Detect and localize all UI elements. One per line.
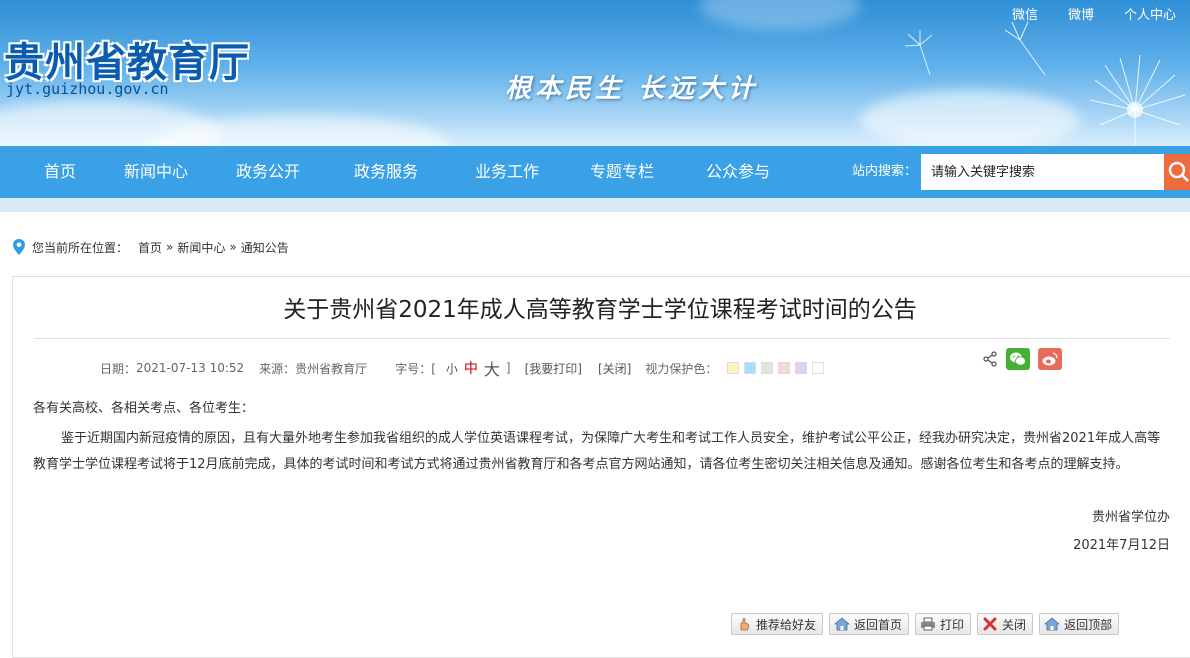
date-label: 日期： xyxy=(100,361,137,376)
recommend-button-label: 推荐给好友 xyxy=(756,617,817,632)
breadcrumb-prefix: 您当前所在位置： xyxy=(32,240,129,255)
home-icon xyxy=(1044,617,1061,631)
weibo-share-button[interactable] xyxy=(1038,348,1062,370)
cloud-decoration xyxy=(700,0,860,30)
font-size-small[interactable]: 小 xyxy=(446,360,458,377)
close-icon xyxy=(983,617,997,631)
source-label: 来源： xyxy=(259,361,296,376)
close-link[interactable]: [关闭] xyxy=(598,360,631,377)
eye-color-swatch-gray[interactable] xyxy=(761,362,774,374)
share-icon[interactable] xyxy=(982,351,998,367)
nav-bottom-strip xyxy=(0,198,1190,212)
back-home-button-label: 返回首页 xyxy=(854,617,903,632)
weibo-link[interactable]: 微博 xyxy=(1068,4,1094,23)
article-greeting: 各有关高校、各相关考点、各位考生： xyxy=(33,401,255,416)
font-size-close-bracket: ] xyxy=(505,361,511,375)
site-header: 贵州省教育厅 jyt.guizhou.gov.cn 根本民生 长远大计 微信 微… xyxy=(0,0,1190,146)
title-divider xyxy=(34,338,1170,339)
article-title: 关于贵州省2021年成人高等教育学士学位课程考试时间的公告 xyxy=(283,297,917,323)
nav-item-gov-affairs[interactable]: 政务公开 xyxy=(236,146,300,198)
font-size-medium[interactable]: 中 xyxy=(464,358,478,378)
dandelion-seed-decoration xyxy=(904,30,933,76)
eye-color-swatch-white[interactable] xyxy=(812,362,825,374)
eye-color-swatch-yellow[interactable] xyxy=(727,362,740,374)
close-button[interactable]: 关闭 xyxy=(977,613,1034,635)
article-footer-buttons: 推荐给好友 返回首页 打印 关闭 返回顶部 xyxy=(731,613,1120,635)
nav-item-topics[interactable]: 专题专栏 xyxy=(590,146,654,198)
search-input[interactable] xyxy=(921,154,1164,190)
article-date: 2021-07-13 10:52 xyxy=(136,361,245,375)
wechat-link[interactable]: 微信 xyxy=(1012,4,1038,23)
weibo-icon xyxy=(1042,352,1058,366)
search-icon xyxy=(1168,161,1189,182)
location-pin-icon xyxy=(13,239,25,255)
nav-item-home[interactable]: 首页 xyxy=(44,146,76,198)
nav-item-business[interactable]: 业务工作 xyxy=(475,146,539,198)
personal-center-link[interactable]: 个人中心 xyxy=(1124,4,1176,23)
share-bar xyxy=(982,348,1062,370)
breadcrumb-separator: » xyxy=(229,240,237,254)
font-size-label: 字号：[ xyxy=(395,361,436,376)
article-meta: 日期： 2021-07-13 10:52 来源： 贵州省教育厅 字号：[ 小 中… xyxy=(100,356,829,380)
wechat-share-button[interactable] xyxy=(1006,348,1030,370)
eye-color-swatch-purple[interactable] xyxy=(795,362,808,374)
search-button[interactable] xyxy=(1164,154,1190,190)
nav-item-news[interactable]: 新闻中心 xyxy=(124,146,188,198)
site-domain: jyt.guizhou.gov.cn xyxy=(6,80,169,98)
close-button-label: 关闭 xyxy=(1002,617,1027,632)
recommend-button[interactable]: 推荐给好友 xyxy=(731,613,824,635)
article-signature: 贵州省学位办 xyxy=(1091,510,1170,525)
search-label: 站内搜索： xyxy=(852,164,918,179)
breadcrumb: 您当前所在位置： 首页 » 新闻中心 » 通知公告 xyxy=(12,238,289,256)
nav-item-participation[interactable]: 公众参与 xyxy=(706,146,770,198)
back-to-top-button-label: 返回顶部 xyxy=(1064,617,1113,632)
eye-color-swatch-blue[interactable] xyxy=(744,362,757,374)
hand-pointer-icon xyxy=(740,618,750,631)
site-slogan: 根本民生 长远大计 xyxy=(505,74,759,104)
breadcrumb-separator: » xyxy=(166,240,174,254)
article-paragraph: 鉴于近期国内新冠疫情的原因，且有大量外地考生参加我省组织的成人学位英语课程考试，… xyxy=(33,431,1161,472)
printer-icon xyxy=(921,617,936,631)
article-sign-date: 2021年7月12日 xyxy=(1073,538,1170,553)
print-button-label: 打印 xyxy=(940,617,965,632)
back-to-top-button[interactable]: 返回顶部 xyxy=(1039,613,1120,635)
eye-color-swatch-pink[interactable] xyxy=(778,362,791,374)
font-size-large[interactable]: 大 xyxy=(484,356,500,380)
top-links: 微信 微博 个人中心 xyxy=(1012,4,1176,23)
print-button[interactable]: 打印 xyxy=(915,613,972,635)
home-icon xyxy=(834,617,851,631)
back-home-button[interactable]: 返回首页 xyxy=(829,613,910,635)
nav-item-gov-services[interactable]: 政务服务 xyxy=(354,146,418,198)
breadcrumb-news[interactable]: 新闻中心 xyxy=(177,239,225,256)
eye-protection-label: 视力保护色： xyxy=(645,361,718,376)
dandelion-decoration xyxy=(1004,21,1186,146)
breadcrumb-notices[interactable]: 通知公告 xyxy=(241,239,289,256)
breadcrumb-home[interactable]: 首页 xyxy=(138,239,162,256)
article-source: 贵州省教育厅 xyxy=(295,361,368,376)
print-link[interactable]: [我要打印] xyxy=(525,360,582,377)
wechat-icon xyxy=(1010,352,1026,366)
